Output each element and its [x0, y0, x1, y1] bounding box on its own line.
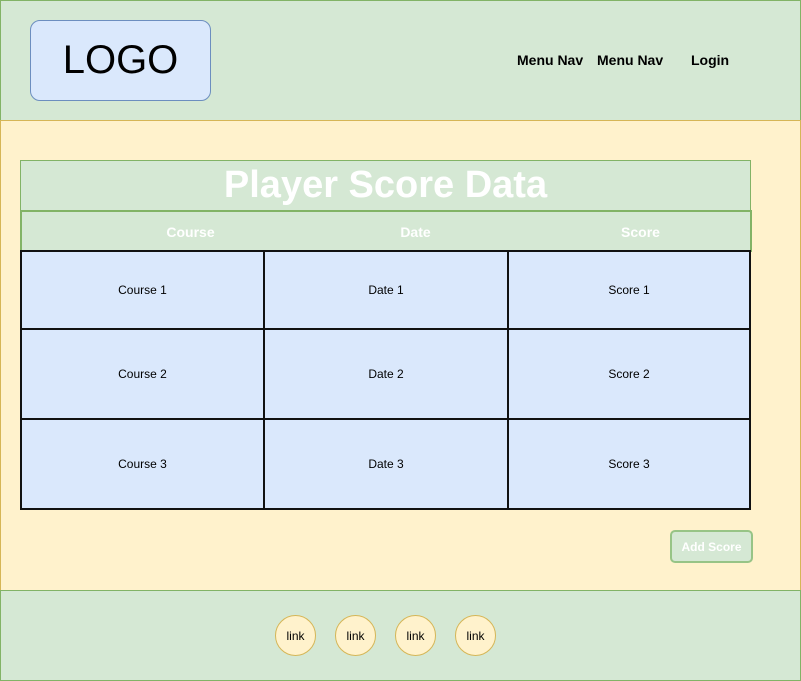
- column-header-score: Score: [621, 224, 660, 240]
- table-cell-date: Date 1: [263, 250, 509, 330]
- footer-link-1[interactable]: link: [275, 615, 316, 656]
- add-score-button[interactable]: Add Score: [670, 530, 753, 563]
- table-header: Course Date Score: [20, 210, 752, 252]
- column-header-course: Course: [166, 224, 215, 240]
- column-header-date: Date: [400, 224, 431, 240]
- score-table: Course 1 Date 1 Score 1 Course 2 Date 2 …: [20, 250, 751, 510]
- page-title: Player Score Data: [20, 160, 751, 211]
- table-cell-course: Course 1: [20, 250, 265, 330]
- table-cell-course: Course 3: [20, 418, 265, 510]
- menu-nav-2[interactable]: Menu Nav: [597, 52, 663, 68]
- logo[interactable]: LOGO: [30, 20, 211, 101]
- footer-link-2[interactable]: link: [335, 615, 376, 656]
- table-cell-date: Date 3: [263, 418, 509, 510]
- table-cell-score: Score 1: [507, 250, 751, 330]
- table-cell-course: Course 2: [20, 328, 265, 420]
- login-link[interactable]: Login: [691, 52, 729, 68]
- table-cell-score: Score 3: [507, 418, 751, 510]
- footer-link-4[interactable]: link: [455, 615, 496, 656]
- menu-nav-1[interactable]: Menu Nav: [517, 52, 583, 68]
- table-cell-date: Date 2: [263, 328, 509, 420]
- footer-link-3[interactable]: link: [395, 615, 436, 656]
- table-cell-score: Score 2: [507, 328, 751, 420]
